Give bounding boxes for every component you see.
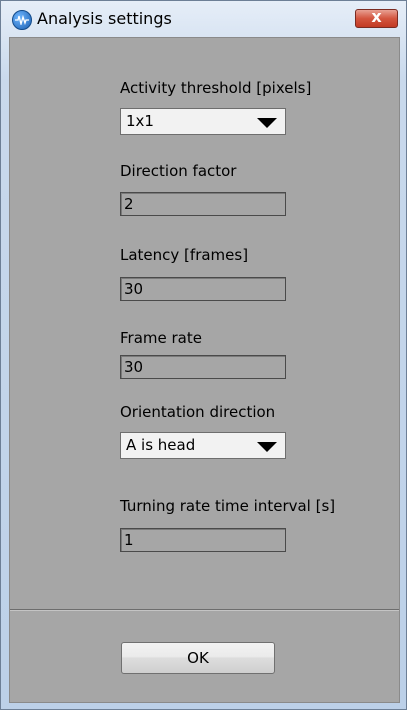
frame-rate-field[interactable]: 30	[120, 355, 286, 379]
orientation-direction-label: Orientation direction	[120, 403, 276, 421]
settings-panel: Activity threshold [pixels] 1x1 Directio…	[9, 37, 400, 703]
dropdown-arrow-icon	[257, 442, 277, 452]
orientation-direction-dropdown[interactable]: A is head	[120, 432, 286, 459]
title-bar[interactable]: Analysis settings x	[1, 1, 406, 37]
close-button[interactable]: x	[355, 7, 398, 28]
frame-rate-label: Frame rate	[120, 329, 202, 347]
orientation-direction-value: A is head	[126, 436, 196, 454]
turning-rate-interval-label: Turning rate time interval [s]	[120, 497, 336, 515]
close-icon: x	[371, 7, 382, 26]
frame-rate-value: 30	[124, 358, 144, 376]
analysis-settings-window: Analysis settings x Activity threshold […	[0, 0, 407, 710]
ok-button-label: OK	[187, 649, 209, 667]
activity-threshold-label: Activity threshold [pixels]	[120, 79, 312, 97]
ok-button[interactable]: OK	[121, 642, 275, 674]
dropdown-arrow-icon	[257, 118, 277, 128]
activity-threshold-dropdown[interactable]: 1x1	[120, 108, 286, 135]
divider	[10, 609, 399, 611]
latency-value: 30	[124, 280, 144, 298]
waveform-app-icon	[12, 10, 32, 30]
latency-label: Latency [frames]	[120, 246, 249, 264]
turning-rate-interval-value: 1	[124, 531, 134, 549]
window-title: Analysis settings	[37, 9, 172, 28]
direction-factor-label: Direction factor	[120, 162, 237, 180]
latency-field[interactable]: 30	[120, 277, 286, 301]
direction-factor-value: 2	[124, 195, 134, 213]
turning-rate-interval-field[interactable]: 1	[120, 528, 286, 552]
direction-factor-field[interactable]: 2	[120, 192, 286, 216]
activity-threshold-value: 1x1	[126, 112, 154, 130]
